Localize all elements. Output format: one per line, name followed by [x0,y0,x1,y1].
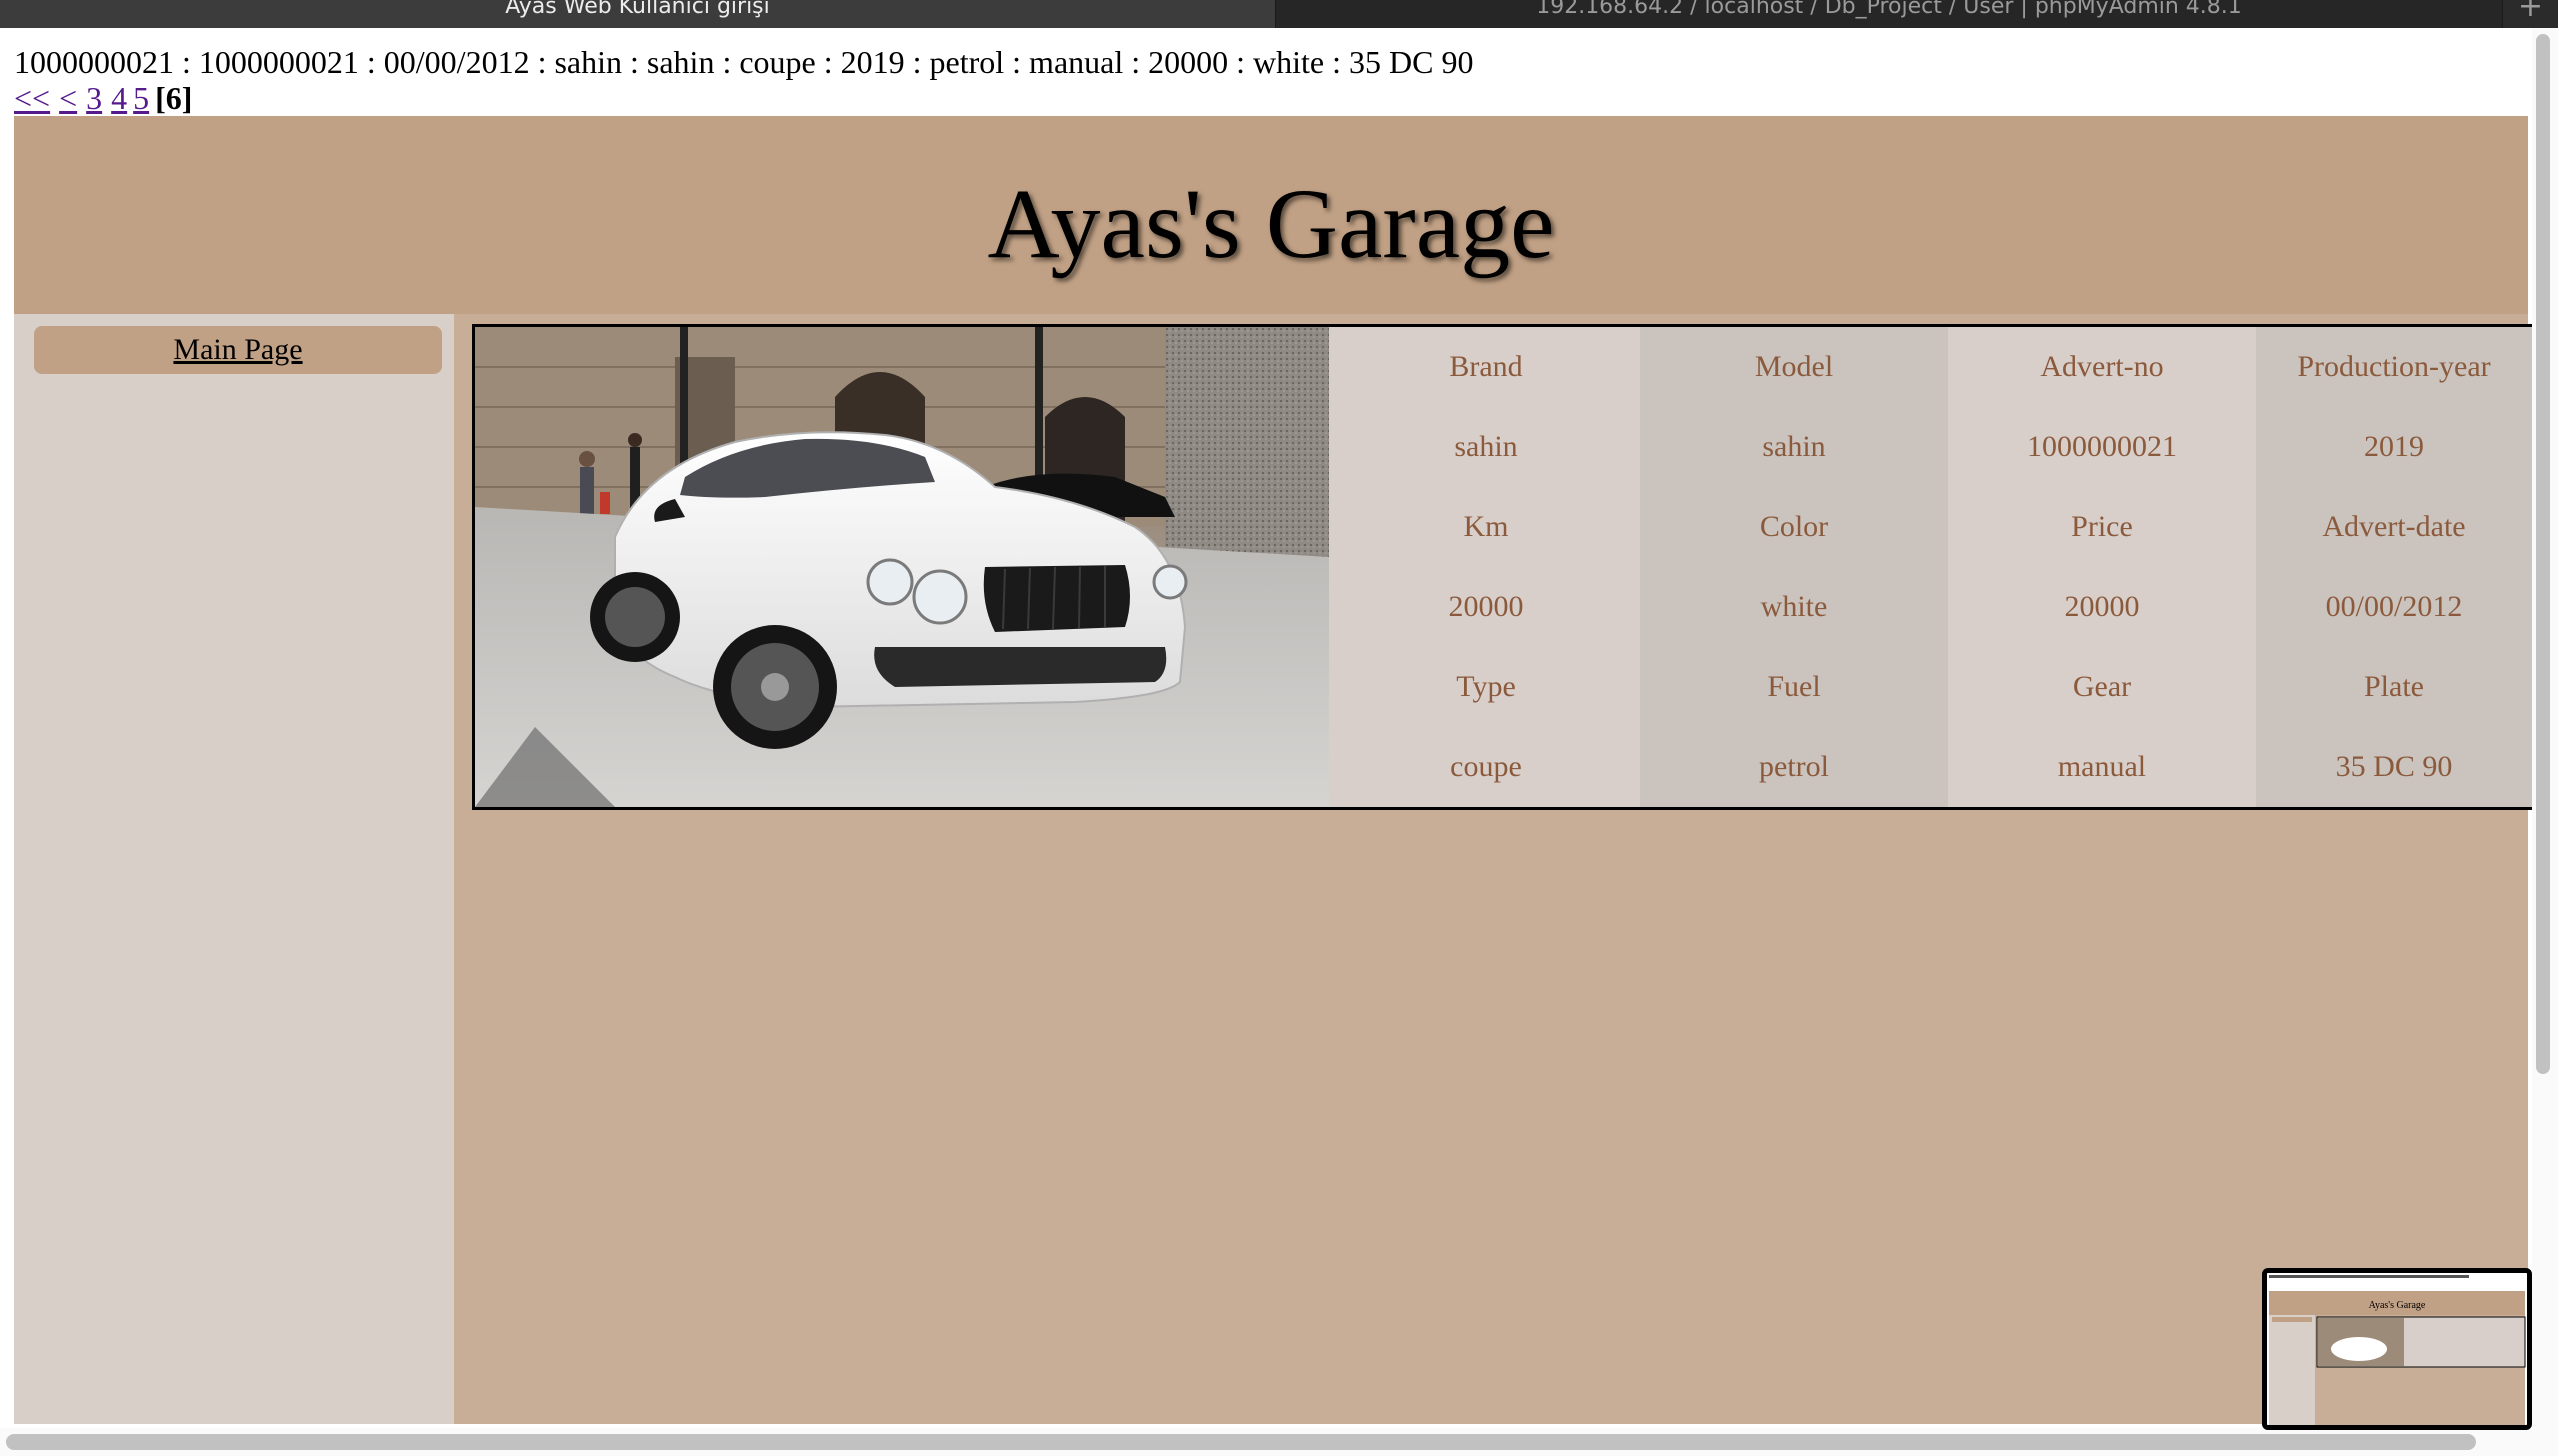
page-link-5[interactable]: 5 [133,80,149,116]
thumbnail-title: Ayas's Garage [2369,1300,2426,1311]
value-fuel: petrol [1640,727,1948,807]
site-header: Ayas's Garage [14,116,2528,314]
label-plate: Plate [2256,647,2532,727]
plus-icon: + [2517,0,2544,24]
label-type: Type [1332,647,1640,727]
label-km: Km [1332,487,1640,567]
value-type: coupe [1332,727,1640,807]
value-price: 20000 [1948,567,2256,647]
value-brand: sahin [1332,407,1640,487]
current-page: [6] [155,80,193,116]
label-gear: Gear [1948,647,2256,727]
label-price: Price [1948,487,2256,567]
first-page-link[interactable]: << [14,80,50,116]
value-production-year: 2019 [2256,407,2532,487]
value-plate: 35 DC 90 [2256,727,2532,807]
value-color: white [1640,567,1948,647]
sidebar: Main Page [14,314,454,1424]
page-link-3[interactable]: 3 [86,80,102,116]
browser-tab-phpmyadmin[interactable]: 192.168.64.2 / localhost / Db_Project / … [1276,0,2502,28]
label-production-year: Production-year [2256,327,2532,407]
pagination: << <3 4 5 [6] [14,80,192,117]
horizontal-scrollbar-thumb[interactable] [6,1434,2476,1450]
car-photo [475,327,1329,807]
label-advert-no: Advert-no [1948,327,2256,407]
white-coupe-car-icon [475,327,1329,807]
browser-tab-active[interactable]: Ayas Web Kullanıcı girişi [0,0,1276,28]
vertical-scrollbar-thumb[interactable] [2536,34,2550,1074]
prev-page-link[interactable]: < [59,80,77,116]
value-model: sahin [1640,407,1948,487]
label-brand: Brand [1332,327,1640,407]
tab-title: 192.168.64.2 / localhost / Db_Project / … [1536,0,2242,19]
main-page-link[interactable]: Main Page [34,326,442,374]
label-advert-date: Advert-date [2256,487,2532,567]
car-listing-card: Brand Model Advert-no Production-year sa… [472,324,2532,810]
label-fuel: Fuel [1640,647,1948,727]
browser-tab-bar: Ayas Web Kullanıcı girişi 192.168.64.2 /… [0,0,2558,28]
record-summary-line: 1000000021 : 1000000021 : 00/00/2012 : s… [14,44,1474,80]
new-tab-button[interactable]: + [2502,0,2558,28]
page-preview-thumbnail[interactable]: Ayas's Garage [2262,1268,2532,1430]
page-link-4[interactable]: 4 [111,80,127,116]
value-gear: manual [1948,727,2256,807]
label-model: Model [1640,327,1948,407]
value-advert-date: 00/00/2012 [2256,567,2532,647]
site-title: Ayas's Garage [987,167,1555,279]
label-color: Color [1640,487,1948,567]
value-advert-no: 1000000021 [1948,407,2256,487]
tab-title: Ayas Web Kullanıcı girişi [505,0,770,19]
page-preview-icon: Ayas's Garage [2267,1273,2527,1425]
value-km: 20000 [1332,567,1640,647]
car-details-grid: Brand Model Advert-no Production-year sa… [1332,327,2532,807]
